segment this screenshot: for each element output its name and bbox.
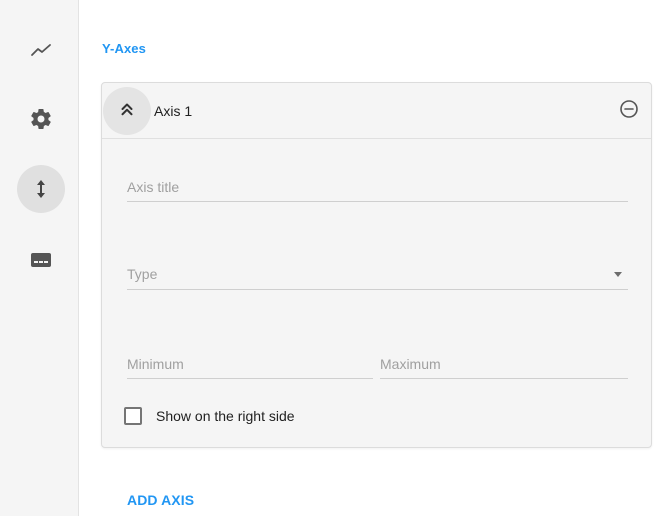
axis-card-header: Axis 1 xyxy=(102,83,651,139)
side-rail xyxy=(0,0,79,516)
minimum-input[interactable] xyxy=(127,350,373,378)
axis-type-label: Type xyxy=(127,266,158,282)
axis-card: Axis 1 Type Show o xyxy=(101,82,652,448)
collapse-button[interactable] xyxy=(103,87,151,135)
minus-circle-icon xyxy=(619,99,639,124)
axis-title-field xyxy=(127,173,628,202)
rail-item-y-axes[interactable] xyxy=(17,165,65,213)
legend-icon xyxy=(29,248,53,272)
dropdown-arrow-icon xyxy=(614,272,622,277)
rail-item-series[interactable] xyxy=(17,26,65,74)
chart-editor-panel: Y-Axes Axis 1 Axis title Type Minimum Ma… xyxy=(0,0,657,516)
remove-axis-button[interactable] xyxy=(617,99,641,123)
rail-item-legend[interactable] xyxy=(17,236,65,284)
maximum-field xyxy=(380,350,628,379)
right-side-checkbox[interactable] xyxy=(124,407,142,425)
axis-name: Axis 1 xyxy=(154,103,193,119)
maximum-input[interactable] xyxy=(380,350,628,378)
axis-type-select[interactable]: Type xyxy=(127,260,628,290)
add-axis-button[interactable]: ADD AXIS xyxy=(127,492,194,508)
right-side-option[interactable]: Show on the right side xyxy=(124,404,295,428)
minimum-field xyxy=(127,350,373,379)
right-side-label: Show on the right side xyxy=(156,408,295,424)
axis-title-input[interactable] xyxy=(127,173,628,201)
line-chart-icon xyxy=(29,38,53,62)
vertical-arrows-icon xyxy=(29,177,53,201)
gear-icon xyxy=(29,107,53,131)
section-title: Y-Axes xyxy=(102,41,146,56)
chevron-double-up-icon xyxy=(118,100,136,123)
rail-item-settings[interactable] xyxy=(17,95,65,143)
